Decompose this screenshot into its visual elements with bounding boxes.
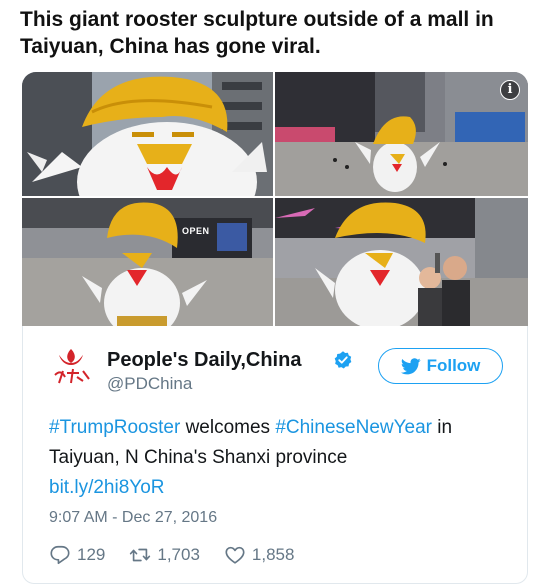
- handle[interactable]: @PDChina: [107, 373, 192, 395]
- display-name[interactable]: People's Daily,China: [107, 348, 301, 372]
- follow-button[interactable]: Follow: [378, 348, 503, 384]
- hashtag-chinesenewyear[interactable]: #ChineseNewYear: [275, 417, 432, 438]
- like-count: 1,858: [251, 545, 295, 564]
- timestamp[interactable]: 9:07 AM - Dec 27, 2016: [49, 509, 217, 527]
- photo-plaza-wide[interactable]: i: [275, 72, 528, 196]
- tweet-text: #TrumpRooster welcomes #ChineseNewYear i…: [49, 413, 509, 503]
- reply-icon: [50, 545, 70, 565]
- reply-count: 129: [77, 545, 106, 564]
- hashtag-trumprooster[interactable]: #TrumpRooster: [49, 417, 180, 438]
- open-sign: OPEN: [182, 226, 210, 236]
- like-action[interactable]: 1,858: [224, 544, 295, 566]
- tweet-link[interactable]: bit.ly/2hi8YoR: [49, 477, 164, 498]
- like-icon: [225, 546, 245, 564]
- follow-label: Follow: [426, 356, 481, 375]
- tweet-text-middle: welcomes: [180, 417, 276, 438]
- photo-rooster-closeup[interactable]: [22, 72, 273, 196]
- verified-icon: [334, 351, 352, 369]
- tweet-actions: 129 1,703 1,858: [49, 542, 318, 568]
- peoples-daily-logo[interactable]: [49, 345, 93, 389]
- photo-grid[interactable]: i OPEN: [22, 72, 528, 326]
- photo-rooster-open-sign[interactable]: OPEN: [22, 198, 273, 326]
- retweet-icon: [130, 548, 151, 562]
- photo-rooster-selfie[interactable]: [275, 198, 528, 326]
- retweet-action[interactable]: 1,703: [129, 544, 200, 566]
- reply-action[interactable]: 129: [49, 544, 105, 566]
- retweet-count: 1,703: [157, 545, 200, 564]
- info-icon[interactable]: i: [500, 80, 520, 100]
- embedded-tweet[interactable]: People's Daily,China @PDChina Follow #Tr…: [22, 326, 528, 584]
- headline: This giant rooster sculpture outside of …: [20, 8, 494, 58]
- twitter-bird-icon: [400, 357, 421, 374]
